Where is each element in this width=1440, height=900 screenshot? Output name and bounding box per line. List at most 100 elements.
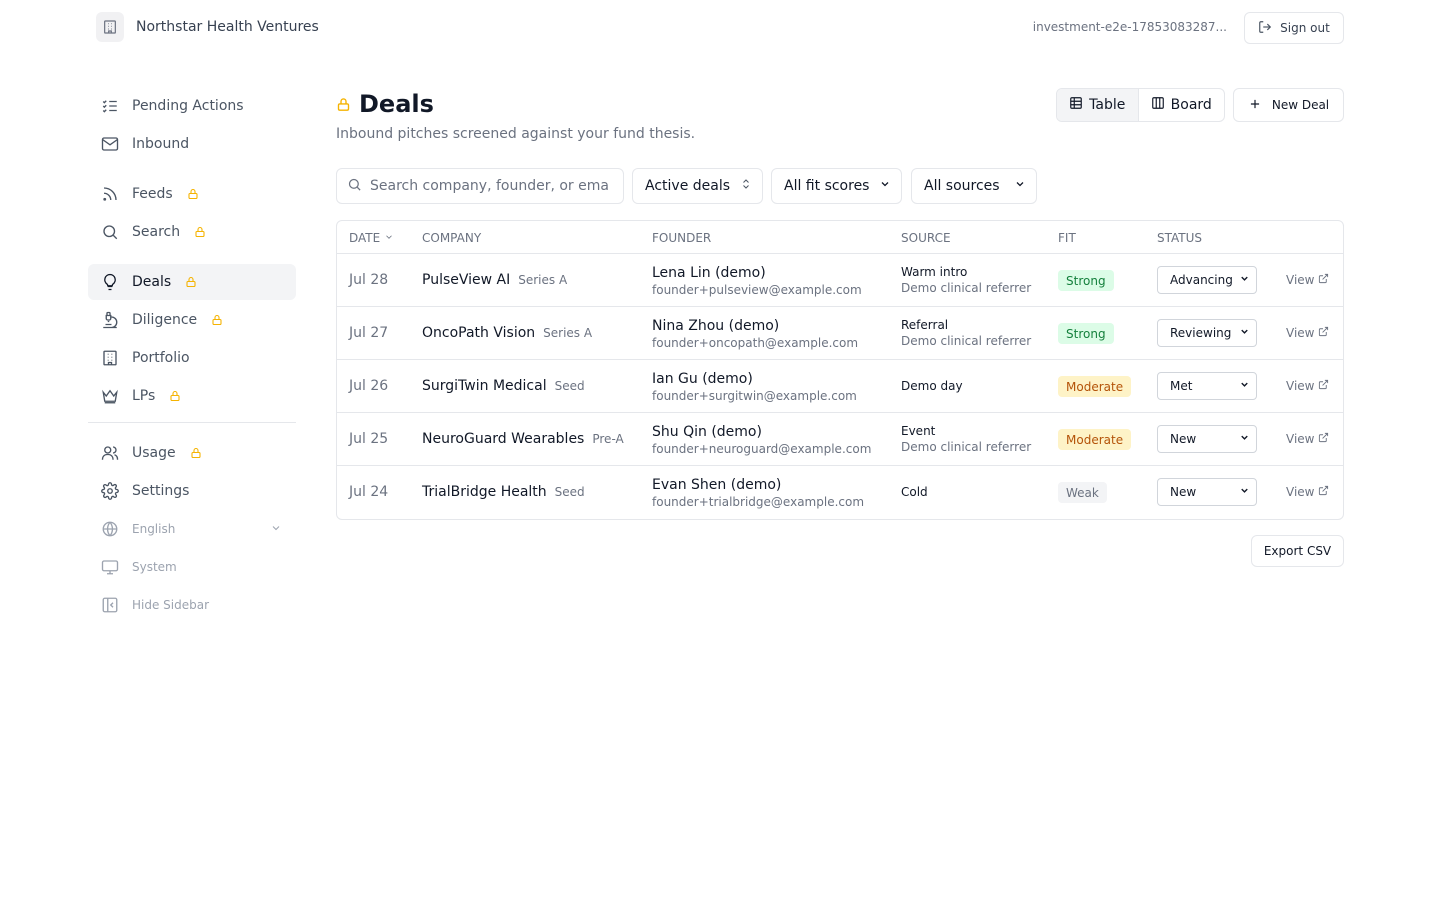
status-select[interactable]: New <box>1157 425 1257 453</box>
sidebar-collapse-icon <box>100 595 120 615</box>
column-header-fit: FIT <box>1058 231 1076 245</box>
fit-badge: Strong <box>1058 323 1114 344</box>
users-icon <box>100 443 120 463</box>
sidebar-item-usage[interactable]: Usage <box>88 435 296 471</box>
table-row[interactable]: Jul 28 PulseView AI Series A Lena Lin (demo… <box>337 254 1343 307</box>
company-stage: Seed <box>554 485 585 499</box>
sidebar-item-lps[interactable]: LPs <box>88 378 296 414</box>
log-out-icon <box>1258 20 1272 37</box>
status-select[interactable]: Met <box>1157 372 1257 400</box>
external-link-icon <box>1318 379 1329 393</box>
company-cell: SurgiTwin Medical Seed <box>422 378 585 394</box>
fit-badge: Moderate <box>1058 429 1132 450</box>
chevron-up-down-icon <box>740 178 752 194</box>
table-row[interactable]: Jul 27 OncoPath Vision Series A Nina Zhou (… <box>337 307 1343 360</box>
sign-out-button[interactable]: Sign out <box>1244 12 1344 44</box>
chevron-down-icon <box>1014 178 1026 194</box>
source-cell: Event Demo clinical referrer <box>901 423 1031 455</box>
export-csv-button[interactable]: Export CSV <box>1251 535 1344 567</box>
table-view-button[interactable]: Table <box>1057 89 1139 121</box>
theme-toggle[interactable]: System <box>88 549 296 585</box>
language-select[interactable]: English <box>88 511 296 547</box>
chevron-down-icon <box>384 231 394 245</box>
column-header-status: STATUS <box>1157 231 1203 245</box>
founder-cell: Nina Zhou (demo) founder+oncopath@example… <box>652 317 858 351</box>
lock-icon <box>211 314 223 326</box>
fit-badge: Strong <box>1058 270 1114 291</box>
sidebar-item-label: Settings <box>132 483 190 499</box>
founder-email: founder+trialbridge@example.com <box>652 495 865 509</box>
page-title: Deals <box>359 90 434 118</box>
deals-table: DATE COMPANY FOUNDER SOURCE FIT STATUS J… <box>336 220 1344 520</box>
company-cell: NeuroGuard Wearables Pre-A <box>422 431 624 447</box>
founder-name: Lena Lin (demo) <box>652 265 766 281</box>
hide-sidebar-button[interactable]: Hide Sidebar <box>88 587 296 623</box>
microscope-icon <box>100 310 120 330</box>
globe-icon <box>100 519 120 539</box>
columns-icon <box>1151 96 1165 114</box>
sidebar-item-label: Pending Actions <box>132 98 244 114</box>
view-deal-link[interactable]: View <box>1286 379 1329 393</box>
sidebar-item-label: LPs <box>132 388 156 404</box>
founder-email: founder+neuroguard@example.com <box>652 442 872 456</box>
table-row[interactable]: Jul 26 SurgiTwin Medical Seed Ian Gu (demo)… <box>337 360 1343 413</box>
search-input[interactable] <box>370 178 610 194</box>
search-icon <box>347 177 362 196</box>
view-deal-link[interactable]: View <box>1286 326 1329 340</box>
source-type: Demo day <box>901 379 963 393</box>
fit-score-value: All fit scores <box>784 178 870 194</box>
column-header-source: SOURCE <box>901 231 951 245</box>
company-cell: OncoPath Vision Series A <box>422 325 592 341</box>
new-deal-button[interactable]: New Deal <box>1233 88 1344 122</box>
status-value: Met <box>1170 379 1193 393</box>
status-value: Reviewing <box>1170 326 1232 340</box>
view-deal-link[interactable]: View <box>1286 485 1329 499</box>
table-icon <box>1069 96 1083 114</box>
deal-scope-value: Active deals <box>645 178 731 194</box>
status-select[interactable]: New <box>1157 478 1257 506</box>
sidebar-item-search[interactable]: Search <box>88 214 296 250</box>
chevron-down-icon <box>1239 273 1250 287</box>
deal-scope-select[interactable]: Active deals <box>632 168 763 204</box>
status-select[interactable]: Reviewing <box>1157 319 1257 347</box>
sidebar-item-feeds[interactable]: Feeds <box>88 176 296 212</box>
company-cell: PulseView AI Series A <box>422 272 567 288</box>
table-row[interactable]: Jul 24 TrialBridge Health Seed Evan Shen (d… <box>337 466 1343 519</box>
lock-icon <box>187 188 199 200</box>
table-row[interactable]: Jul 25 NeuroGuard Wearables Pre-A Shu Qin (… <box>337 413 1343 466</box>
founder-email: founder+surgitwin@example.com <box>652 389 857 403</box>
external-link-icon <box>1318 485 1329 499</box>
lock-icon <box>336 97 351 112</box>
status-select[interactable]: Advancing <box>1157 266 1257 294</box>
sidebar-divider <box>88 422 296 423</box>
board-view-button[interactable]: Board <box>1139 89 1224 121</box>
fit-badge: Weak <box>1058 482 1107 503</box>
source-cell: Referral Demo clinical referrer <box>901 317 1031 349</box>
column-header-date[interactable]: DATE <box>349 231 394 245</box>
sidebar-item-label: Inbound <box>132 136 190 152</box>
view-deal-link[interactable]: View <box>1286 432 1329 446</box>
lock-icon <box>185 276 197 288</box>
source-detail: Demo clinical referrer <box>901 440 1032 454</box>
view-label: View <box>1286 379 1315 393</box>
external-link-icon <box>1318 432 1329 446</box>
hide-sidebar-label: Hide Sidebar <box>132 598 210 612</box>
fit-badge: Moderate <box>1058 376 1132 397</box>
chevron-down-icon <box>1239 379 1250 393</box>
source-cell: Demo day <box>901 378 963 394</box>
theme-label: System <box>132 560 177 574</box>
search-field <box>336 168 624 204</box>
chevron-down-icon <box>1239 485 1250 499</box>
sidebar-item-diligence[interactable]: Diligence <box>88 302 296 338</box>
view-deal-link[interactable]: View <box>1286 273 1329 287</box>
sidebar-item-portfolio[interactable]: Portfolio <box>88 340 296 376</box>
deal-date: Jul 27 <box>349 325 389 341</box>
external-link-icon <box>1318 273 1329 287</box>
sidebar-item-settings[interactable]: Settings <box>88 473 296 509</box>
sidebar-item-inbound[interactable]: Inbound <box>88 126 296 162</box>
org-switcher[interactable]: Northstar Health Ventures <box>96 12 319 42</box>
sidebar-item-pending-actions[interactable]: Pending Actions <box>88 88 296 124</box>
fit-score-select[interactable]: All fit scores <box>771 168 902 204</box>
source-select[interactable]: All sources <box>911 168 1037 204</box>
sidebar-item-deals[interactable]: Deals <box>88 264 296 300</box>
